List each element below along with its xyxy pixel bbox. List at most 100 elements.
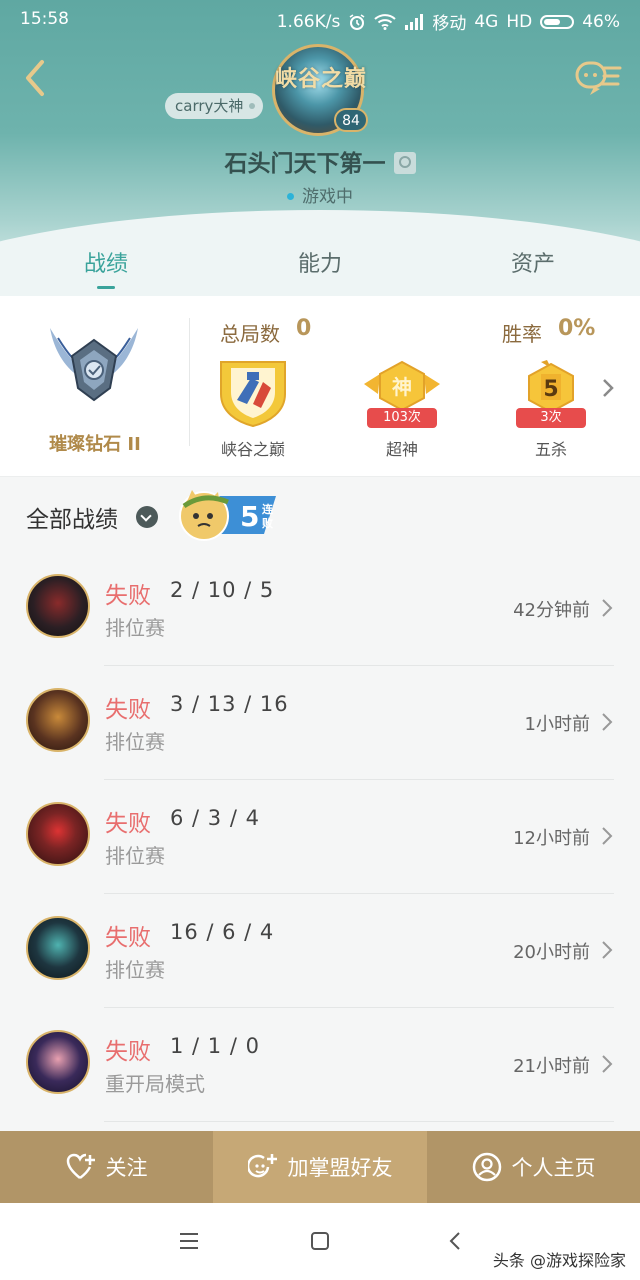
streak-number: 5 [240, 500, 259, 533]
achievement-summit[interactable]: 峡谷之巅 [213, 358, 293, 459]
streak-text-bottom: 败 [262, 516, 273, 530]
battery-level: 46% [582, 11, 620, 32]
add-friend-icon [247, 1154, 277, 1178]
match-result: 失败 [105, 925, 151, 951]
menu-icon[interactable] [178, 1231, 200, 1251]
match-mode: 排位赛 [105, 844, 165, 868]
online-status: 游戏中 [0, 182, 640, 207]
record-row[interactable]: 失败 16 / 6 / 4 排位赛 20小时前 [0, 894, 640, 1008]
level-badge: 84 [334, 108, 368, 132]
system-nav-bar: 头条 @游戏探险家 [0, 1203, 640, 1280]
streak-text-top: 连 [262, 502, 274, 516]
achievement-label: 峡谷之巅 [220, 440, 285, 459]
homepage-button[interactable]: 个人主页 [427, 1131, 640, 1203]
message-icon[interactable] [574, 58, 624, 98]
status-text: 游戏中 [302, 187, 353, 207]
add-friend-label: 加掌盟好友 [287, 1156, 393, 1180]
hero-avatar [26, 1030, 90, 1094]
add-friend-button[interactable]: 加掌盟好友 [213, 1131, 427, 1203]
net-speed: 1.66K/s [276, 11, 341, 32]
dropdown-icon[interactable] [136, 506, 158, 528]
chevron-right-icon [602, 827, 613, 845]
alarm-icon [349, 13, 365, 30]
tab-assets[interactable]: 资产 [473, 246, 593, 278]
records-filter-label[interactable]: 全部战绩 [26, 500, 118, 534]
match-kda: 6 / 3 / 4 [170, 806, 260, 830]
match-time: 42分钟前 [513, 600, 590, 621]
hero-avatar [26, 574, 90, 638]
chevron-right-icon [602, 713, 613, 731]
chevron-right-icon [602, 1055, 613, 1073]
divider [189, 318, 190, 446]
match-kda: 2 / 10 / 5 [170, 578, 275, 602]
signal-icon [405, 13, 424, 30]
match-kda: 1 / 1 / 0 [170, 1034, 260, 1058]
homepage-label: 个人主页 [511, 1156, 596, 1180]
follow-button[interactable]: 关注 [0, 1131, 213, 1203]
winrate-label: 胜率 [502, 322, 542, 346]
achievement-pentakill[interactable]: 5 3次 五杀 [511, 358, 591, 459]
match-result: 失败 [105, 583, 151, 609]
hero-avatar [26, 802, 90, 866]
total-games-value: 0 [296, 316, 312, 341]
svg-text:5: 5 [543, 377, 558, 402]
record-row[interactable]: 失败 1 / 1 / 0 重开局模式 21小时前 [0, 1008, 640, 1122]
profile-header: 15:58 1.66K/s 移动 4G HD 46% carry大神 峡谷之巅 … [0, 0, 640, 296]
watermark: 头条 @游戏探险家 [492, 1251, 626, 1270]
status-dot-icon [287, 193, 294, 200]
title-tag: carry大神 [165, 93, 264, 119]
total-games-label: 总局数 [220, 322, 280, 346]
match-result: 失败 [105, 697, 151, 723]
search-icon[interactable] [393, 152, 416, 174]
match-time: 20小时前 [513, 942, 590, 963]
match-time: 12小时前 [513, 828, 590, 849]
wifi-icon [374, 13, 396, 30]
godlike-count: 103次 [367, 408, 437, 428]
match-mode: 排位赛 [105, 616, 165, 640]
match-mode: 排位赛 [105, 730, 165, 754]
achievement-godlike[interactable]: 神 103次 超神 [362, 358, 442, 459]
status-bar: 15:58 1.66K/s 移动 4G HD 46% [0, 0, 640, 40]
stats-card[interactable]: 璀璨钻石 II 总局数 0 胜率 0% 峡谷之巅 神 103次 超神 5 3次 … [0, 296, 640, 477]
home-icon[interactable] [310, 1231, 330, 1251]
hero-avatar [26, 688, 90, 752]
carrier-label: 移动 [432, 14, 467, 34]
status-time: 15:58 [20, 9, 69, 29]
winrate-value: 0% [558, 316, 596, 341]
battery-icon [540, 14, 575, 29]
tab-bar: 战绩 能力 资产 [0, 240, 640, 296]
diamond-rank-icon [50, 328, 138, 402]
match-result: 失败 [105, 811, 151, 837]
tab-record[interactable]: 战绩 [46, 246, 166, 278]
tab-ability[interactable]: 能力 [260, 246, 380, 278]
record-row[interactable]: 失败 2 / 10 / 5 排位赛 42分钟前 [0, 552, 640, 666]
pentakill-count: 3次 [516, 408, 586, 428]
match-time: 1小时前 [524, 714, 590, 735]
match-kda: 16 / 6 / 4 [170, 920, 275, 944]
action-bar: 关注 加掌盟好友 个人主页 [0, 1131, 640, 1203]
match-kda: 3 / 13 / 16 [170, 692, 289, 716]
match-time: 21小时前 [513, 1056, 590, 1077]
back-nav-icon[interactable] [448, 1231, 462, 1251]
rank-name: 璀璨钻石 II [49, 434, 141, 455]
username-line: 石头门天下第一 [0, 144, 640, 178]
chevron-right-icon[interactable] [600, 376, 616, 400]
summit-badge-icon [220, 361, 286, 428]
hd-label: HD [506, 11, 533, 32]
match-result: 失败 [105, 1039, 151, 1065]
network-label: 4G [474, 11, 499, 32]
follow-heart-icon [66, 1153, 95, 1179]
user-icon [472, 1152, 501, 1182]
hero-avatar [26, 916, 90, 980]
svg-text:神: 神 [392, 375, 412, 399]
record-row[interactable]: 失败 6 / 3 / 4 排位赛 12小时前 [0, 780, 640, 894]
back-icon[interactable] [18, 56, 54, 100]
match-mode: 重开局模式 [105, 1072, 205, 1096]
match-mode: 排位赛 [105, 958, 165, 982]
chevron-right-icon [602, 941, 613, 959]
username: 石头门天下第一 [224, 151, 386, 177]
chevron-right-icon [602, 599, 613, 617]
tab-indicator [97, 286, 115, 289]
record-row[interactable]: 失败 3 / 13 / 16 排位赛 1小时前 [0, 666, 640, 780]
achievement-label: 超神 [385, 440, 418, 459]
